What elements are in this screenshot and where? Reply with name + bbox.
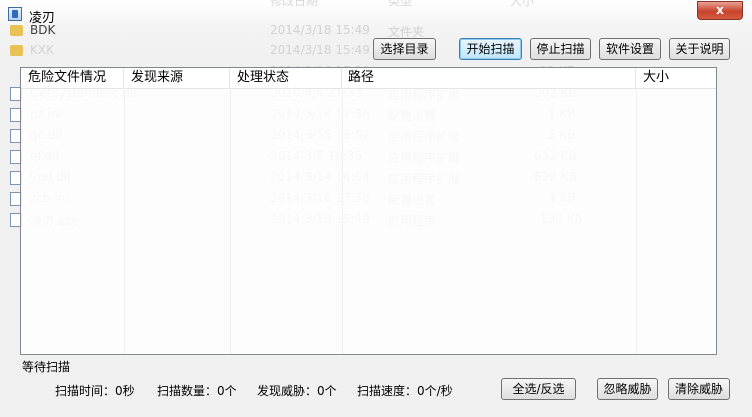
column-divider (636, 88, 637, 354)
column-header-size[interactable]: 大小 (636, 68, 716, 88)
select-all-toggle-button[interactable]: 全选/反选 (501, 378, 576, 400)
stop-scan-button[interactable]: 停止扫描 (530, 38, 591, 60)
column-header-threat[interactable]: 危险文件情况 (21, 68, 124, 88)
clear-threat-button[interactable]: 清除威胁 (668, 378, 730, 400)
start-scan-button[interactable]: 开始扫描 (459, 38, 522, 60)
threats-found-label: 发现威胁：0个 (257, 384, 337, 398)
scan-status-text: 等待扫描 (22, 360, 71, 374)
about-button[interactable]: 关于说明 (669, 38, 730, 60)
column-header-path[interactable]: 路径 (342, 68, 636, 88)
scan-speed-label: 扫描速度：0个/秒 (357, 384, 453, 398)
column-divider (342, 88, 343, 354)
threat-list-table[interactable]: 危险文件情况 发现来源 处理状态 路径 大小 (20, 67, 717, 355)
column-header-source[interactable]: 发现来源 (124, 68, 230, 88)
column-divider (230, 88, 231, 354)
window-title: 凌刃 (29, 11, 56, 26)
table-header: 危险文件情况 发现来源 处理状态 路径 大小 (21, 68, 716, 89)
main-window: 修改日期 类型 大小 BDK 2014/3/18 15:49 文件夹 KXK 2… (0, 0, 752, 417)
column-header-status[interactable]: 处理状态 (230, 68, 342, 88)
close-button[interactable]: x (697, 1, 743, 20)
settings-button[interactable]: 软件设置 (599, 38, 661, 60)
scan-count-label: 扫描数量：0个 (157, 384, 237, 398)
folder-icon (10, 45, 23, 56)
select-directory-button[interactable]: 选择目录 (373, 38, 436, 60)
column-divider (124, 88, 125, 354)
scan-time-label: 扫描时间：0秒 (55, 384, 135, 398)
title-bar[interactable]: 凌刃 x (0, 0, 752, 30)
ignore-threat-button[interactable]: 忽略威胁 (597, 378, 658, 400)
app-shield-icon (8, 7, 22, 21)
